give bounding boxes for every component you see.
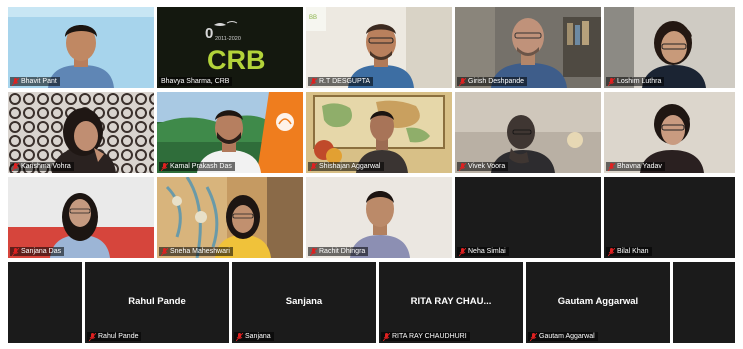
mic-muted-icon [310, 162, 317, 171]
participant-name-label: Sanjana Das [10, 247, 65, 256]
participant-name-label: Bhavna Yadav [606, 162, 665, 171]
participant-name-label: Sanjana [234, 332, 274, 341]
participant-name-label: Bhavit Pant [10, 77, 60, 86]
participant-display-name: Rahul Pande [128, 296, 186, 307]
svg-text:0: 0 [205, 25, 213, 42]
participant-display-name: RITA RAY CHAU... [410, 296, 492, 307]
participant-name-label: Girish Deshpande [457, 77, 528, 86]
mic-muted-icon [310, 247, 317, 256]
participant-name-label: Vivek Voora [457, 162, 509, 171]
mic-muted-icon [12, 77, 19, 86]
participant-video [455, 92, 601, 173]
mic-muted-icon [310, 77, 317, 86]
participant-tile[interactable]: Vivek Voora [455, 92, 601, 173]
mic-muted-icon [459, 162, 466, 171]
participant-video [8, 92, 154, 173]
participant-video [306, 92, 452, 173]
svg-text:CRB: CRB [207, 45, 266, 75]
participant-tile[interactable]: Gautam Aggarwal Gautam Aggarwal [526, 262, 670, 343]
participant-name-label: Neha Simlai [457, 247, 509, 256]
participant-video [8, 177, 154, 258]
participant-video [306, 177, 452, 258]
participant-tile[interactable]: 0 2011-2020 CRB Bhavya Sharma, CRB [157, 7, 303, 88]
participant-video [455, 7, 601, 88]
participant-tile[interactable]: RITA RAY CHAU... RITA RAY CHAUDHURI [379, 262, 523, 343]
participant-name-label: Sneha Maheshwari [159, 247, 233, 256]
mic-muted-icon [459, 77, 466, 86]
participant-video [157, 92, 303, 173]
participant-tile[interactable]: Sneha Maheshwari [157, 177, 303, 258]
participant-tile[interactable]: Kamal Prakash Das [157, 92, 303, 173]
participant-name-label: RITA RAY CHAUDHURI [381, 332, 470, 341]
mic-muted-icon [236, 332, 243, 341]
participant-tile[interactable]: Bhavit Pant [8, 7, 154, 88]
participant-tile[interactable]: Sanjana Sanjana [232, 262, 376, 343]
mic-muted-icon [608, 77, 615, 86]
participant-name-label: Shishajan Aggarwal [308, 162, 384, 171]
participant-display-name: Gautam Aggarwal [557, 296, 639, 307]
participant-tile[interactable]: Karishma Vohra [8, 92, 154, 173]
mic-muted-icon [12, 162, 19, 171]
mic-muted-icon [12, 247, 19, 256]
participant-name-label: Rachit Dhingra [308, 247, 369, 256]
organization-logo-image: 0 2011-2020 CRB [157, 7, 303, 88]
mic-muted-icon [161, 162, 168, 171]
participant-name-label: Loshim Luthra [606, 77, 665, 86]
mic-muted-icon [459, 247, 466, 256]
participant-tile[interactable]: Girish Deshpande [455, 7, 601, 88]
mic-muted-icon [89, 332, 96, 341]
participant-tile[interactable]: BB R.T DESGUPTA [306, 7, 452, 88]
mic-muted-icon [161, 247, 168, 256]
participant-name-label: Gautam Aggarwal [528, 332, 598, 341]
participant-video [157, 177, 303, 258]
participant-display-name: Sanjana [285, 296, 323, 307]
svg-text:BB: BB [309, 15, 317, 21]
participant-video [604, 92, 735, 173]
participant-name-label: Kamal Prakash Das [159, 162, 235, 171]
mic-muted-icon [608, 247, 615, 256]
participant-tile[interactable]: Sanjana Das [8, 177, 154, 258]
mic-muted-icon [383, 332, 390, 341]
participant-tile[interactable]: Shishajan Aggarwal [306, 92, 452, 173]
participant-name-label: Rahul Pande [87, 332, 142, 341]
mic-muted-icon [608, 162, 615, 171]
participant-tile[interactable]: Loshim Luthra [604, 7, 735, 88]
participant-name-label: Bhavya Sharma, CRB [159, 77, 233, 86]
participant-video: BB [306, 7, 452, 88]
participant-tile[interactable]: Neha Simlai [455, 177, 601, 258]
video-conference-gallery: Bhavit Pant 0 2011-2020 CRB Bhavya Sharm… [0, 0, 743, 349]
participant-tile[interactable]: Rahul Pande Rahul Pande [85, 262, 229, 343]
participant-video [604, 7, 735, 88]
svg-text:2011-2020: 2011-2020 [215, 36, 241, 42]
participant-video [8, 7, 154, 88]
participant-tile[interactable] [8, 262, 82, 343]
participant-name-label: Karishma Vohra [10, 162, 74, 171]
participant-name-label: Bilal Khan [606, 247, 652, 256]
participant-tile[interactable]: Rachit Dhingra [306, 177, 452, 258]
participant-tile[interactable]: Bhavna Yadav [604, 92, 735, 173]
participant-tile[interactable] [673, 262, 735, 343]
participant-name-label: R.T DESGUPTA [308, 77, 374, 86]
mic-muted-icon [530, 332, 537, 341]
participant-tile[interactable]: Bilal Khan [604, 177, 735, 258]
